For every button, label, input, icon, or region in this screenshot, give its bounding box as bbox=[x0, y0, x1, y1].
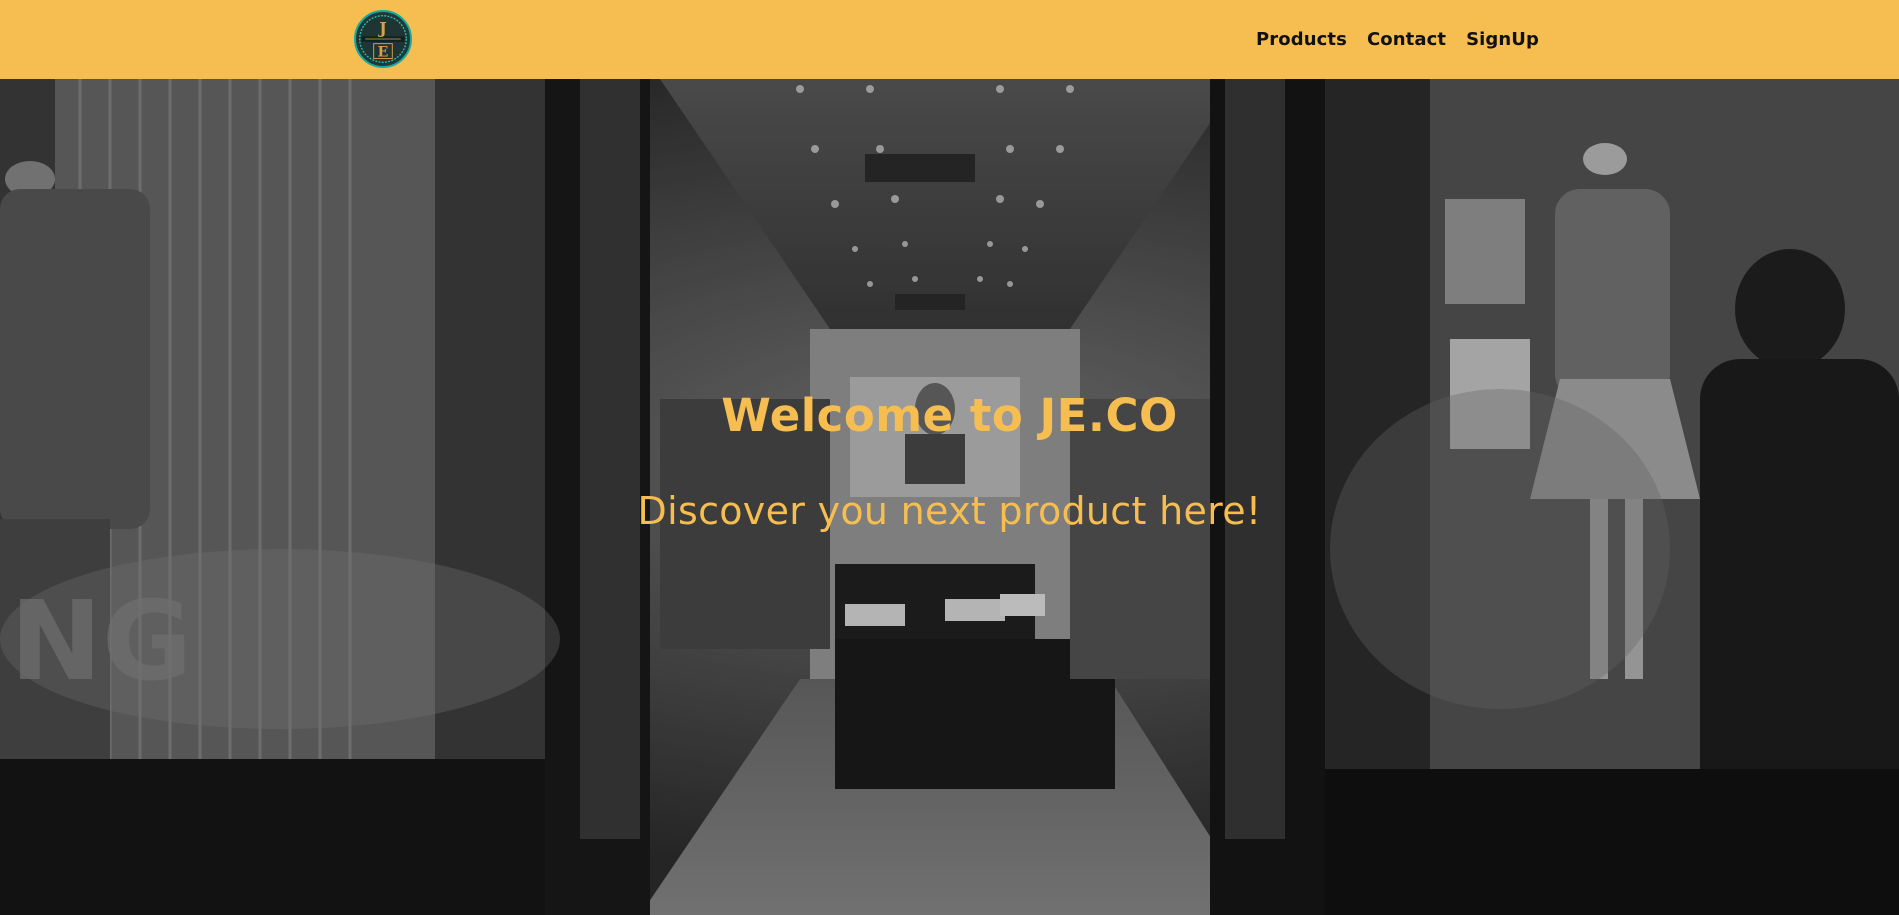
hero-title: Welcome to JE.CO bbox=[721, 389, 1178, 442]
hero-section: NG Welcome to JE.CO Discover you next pr… bbox=[0, 79, 1899, 915]
top-navbar: J E Products Contact SignUp bbox=[0, 0, 1899, 79]
nav-links: Products Contact SignUp bbox=[1256, 0, 1539, 79]
logo-graphic: J E bbox=[357, 13, 409, 65]
hero-subtitle: Discover you next product here! bbox=[637, 489, 1262, 533]
hero-text: Welcome to JE.CO Discover you next produ… bbox=[0, 79, 1899, 915]
svg-text:J: J bbox=[377, 18, 386, 37]
nav-link-contact[interactable]: Contact bbox=[1367, 29, 1446, 50]
logo-badge-icon[interactable]: J E bbox=[354, 10, 412, 68]
nav-link-signup[interactable]: SignUp bbox=[1466, 29, 1539, 50]
nav-link-products[interactable]: Products bbox=[1256, 29, 1347, 50]
